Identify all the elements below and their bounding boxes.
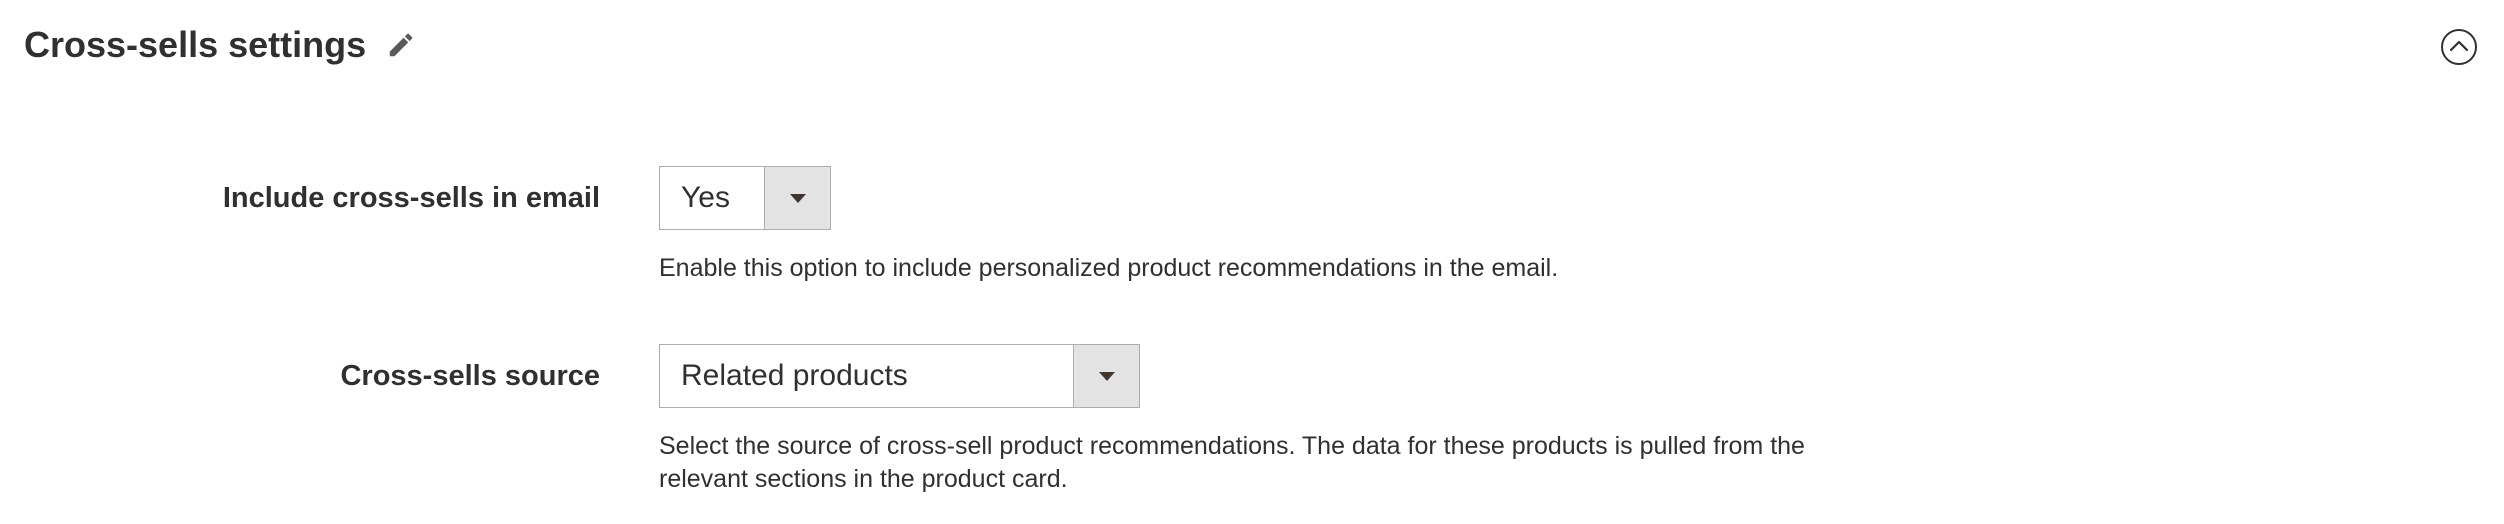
field-label-include-cross-sells: Include cross-sells in email — [222, 182, 600, 214]
pencil-icon[interactable] — [386, 30, 416, 60]
include-cross-sells-select[interactable]: Yes — [659, 166, 831, 230]
caret-down-icon — [789, 194, 806, 203]
select-value: Related products — [681, 359, 908, 392]
field-note: Enable this option to include personaliz… — [659, 254, 1559, 282]
section-header: Cross-sells settings — [24, 18, 2480, 74]
select-arrow-button[interactable] — [764, 167, 830, 229]
field-note: Select the source of cross-sell product … — [659, 432, 1805, 493]
section-title: Cross-sells settings — [24, 24, 367, 65]
select-arrow-button[interactable] — [1073, 345, 1139, 407]
chevron-up-circle-icon[interactable] — [2440, 28, 2478, 66]
cross-sells-source-select[interactable]: Related products — [659, 344, 1140, 408]
select-value: Yes — [681, 181, 730, 214]
field-label-cross-sells-source: Cross-sells source — [340, 360, 600, 392]
caret-down-icon — [1098, 372, 1115, 381]
